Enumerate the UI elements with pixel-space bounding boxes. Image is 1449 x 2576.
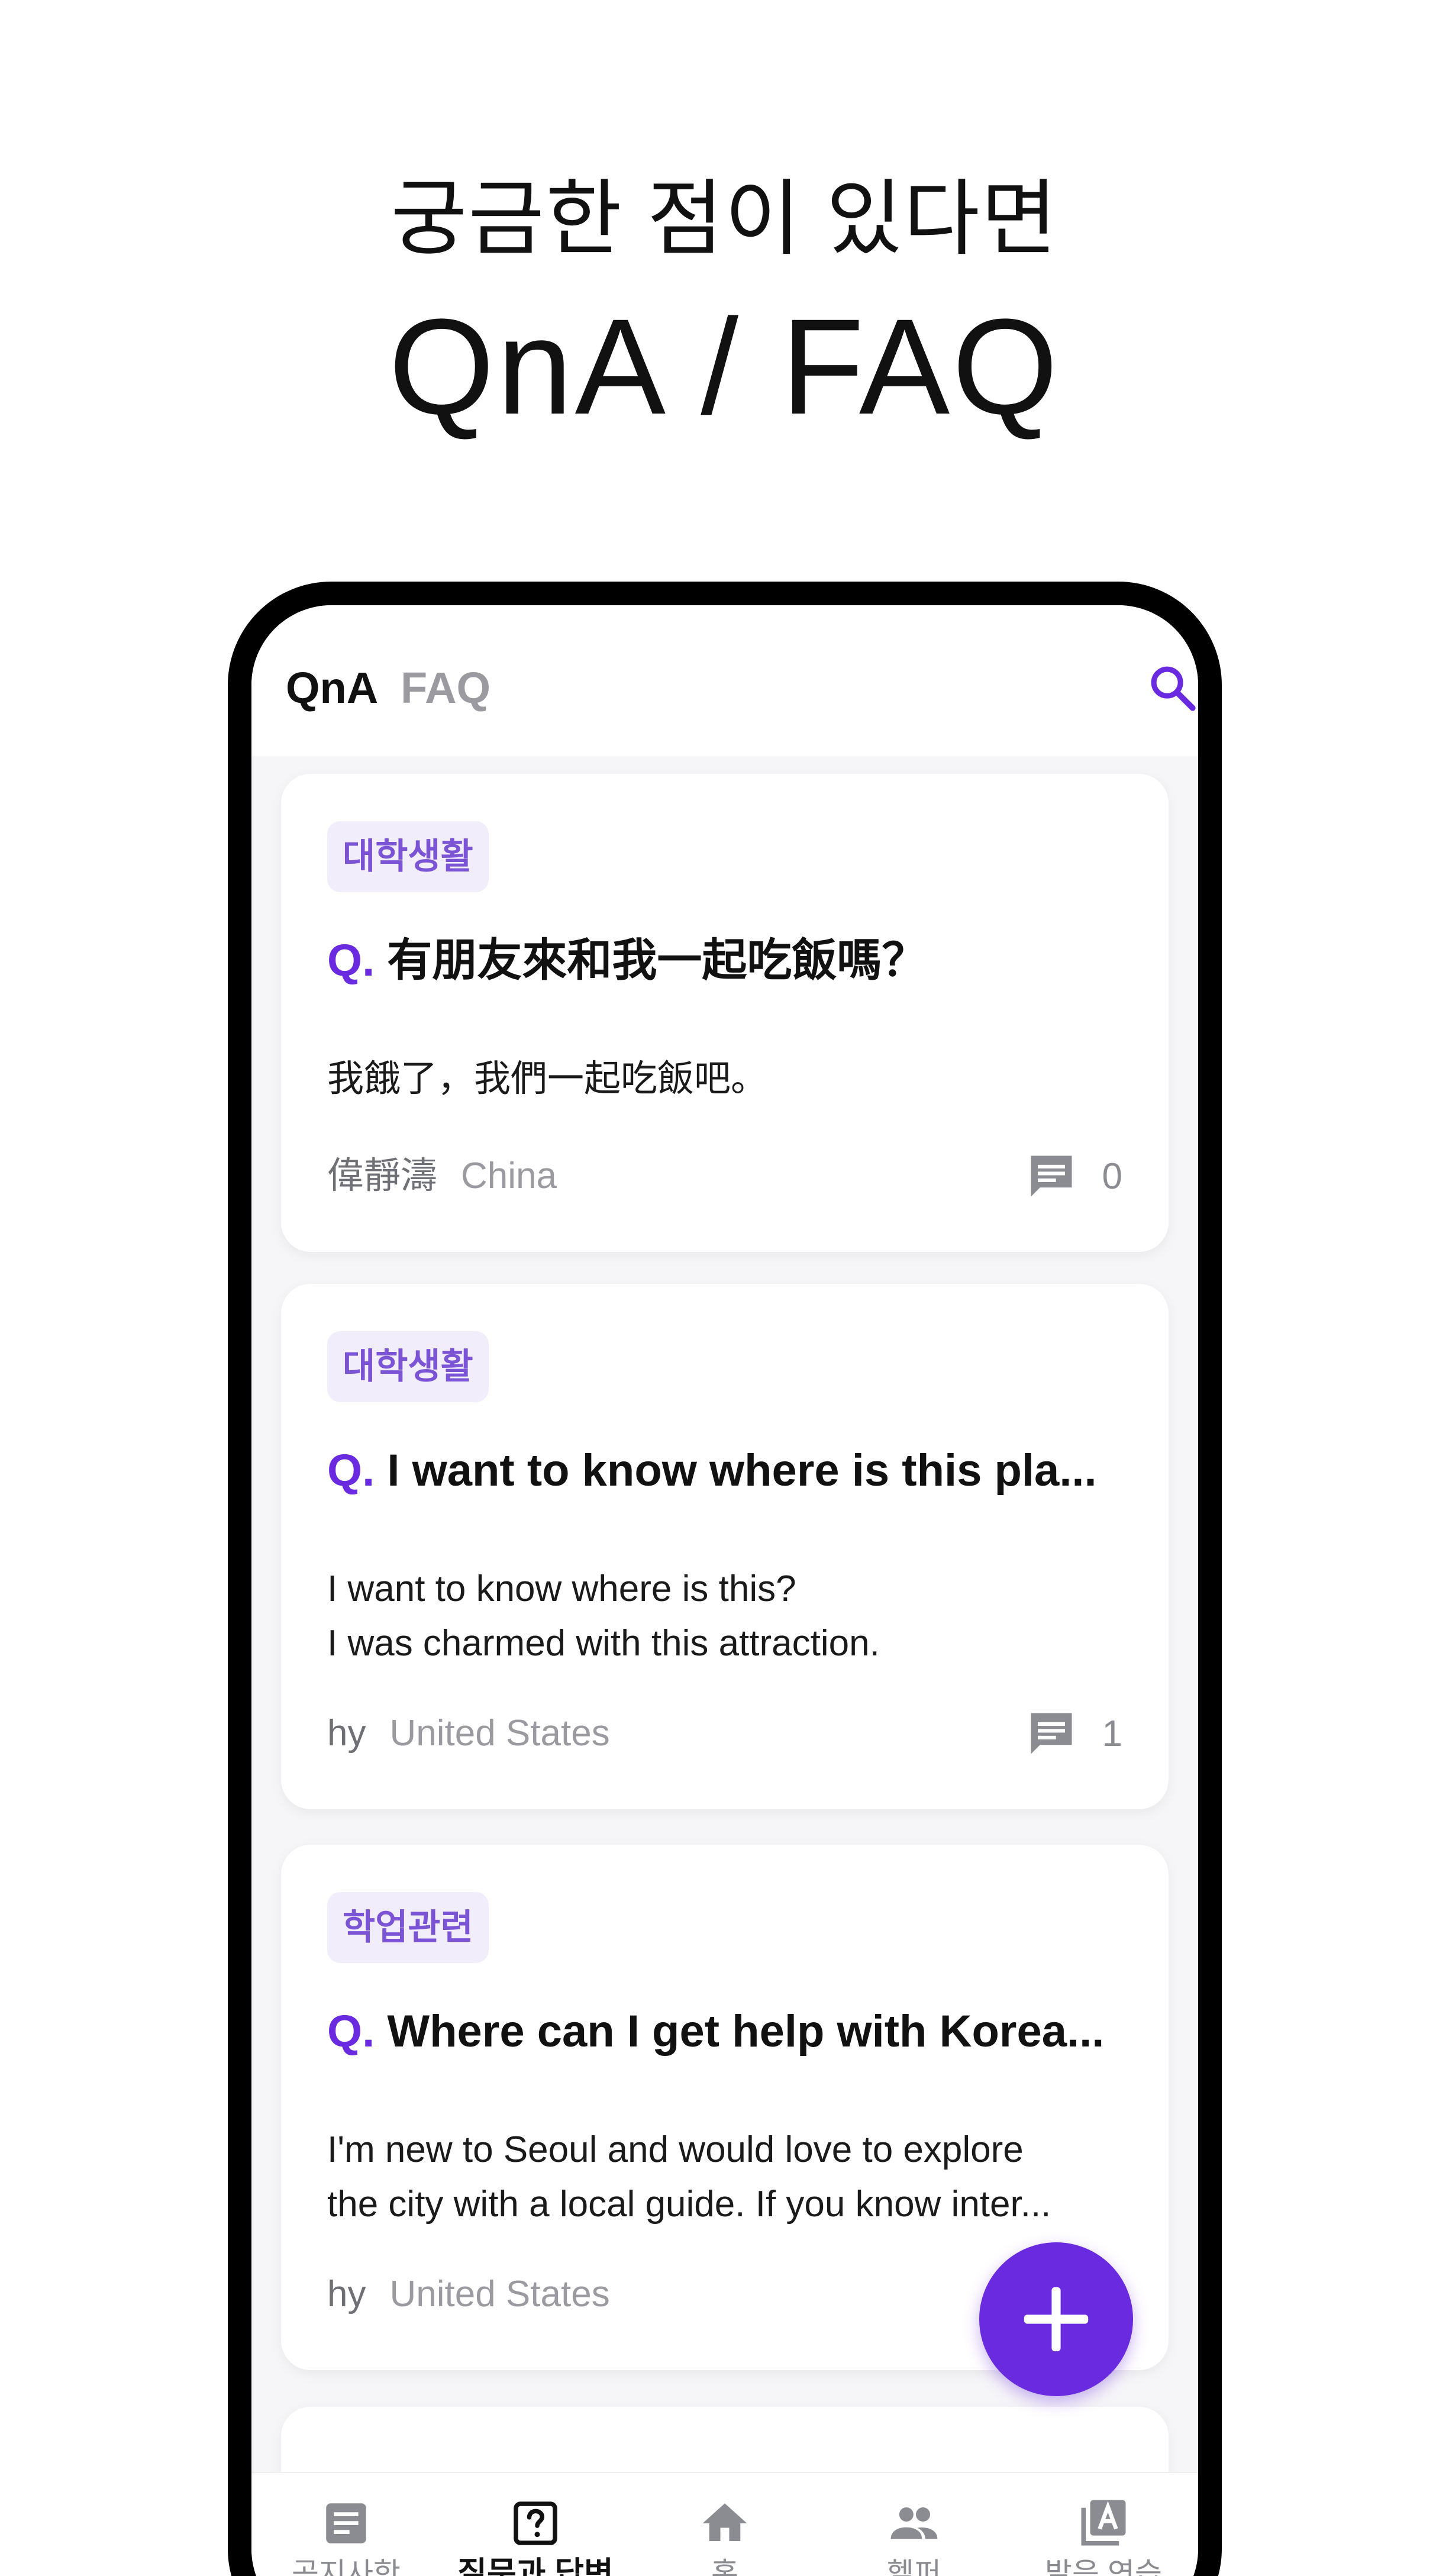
people-icon [890, 2507, 938, 2539]
tab-qna[interactable]: QnA [286, 661, 378, 715]
author-name: hy [327, 1713, 366, 1754]
promo-title: QnA / FAQ [388, 290, 1061, 443]
question-body-line: 我餓了，我們一起吃飯吧。 [327, 1058, 768, 1099]
author-country: United States [389, 1713, 610, 1754]
nav-item-qna[interactable]: 질문과 답변 [441, 2473, 630, 2576]
notice-icon [326, 2503, 366, 2543]
comment-count: 0 [1024, 1147, 1122, 1206]
nav-label: 공지사항 [292, 2557, 401, 2576]
nav-label: 헬퍼 [887, 2557, 941, 2576]
bottom-navigation: 공지사항 질문과 답변 홈 헬퍼 발음 연습 [251, 2472, 1198, 2576]
category-badge: 대학생활 [327, 821, 489, 892]
post-meta: hy United States [327, 2271, 610, 2318]
nav-item-pronunciation[interactable]: 발음 연습 [1009, 2473, 1198, 2576]
search-icon[interactable] [1146, 661, 1198, 715]
question-card[interactable]: 대학생활 Q. 有朋友來和我一起吃飯嗎？ 我餓了，我們一起吃飯吧。 偉靜濤 Chi… [281, 774, 1169, 1252]
question-body: 我餓了，我們一起吃飯吧。 [327, 1052, 1126, 1106]
nav-item-helper[interactable]: 헬퍼 [819, 2473, 1009, 2576]
plus-icon [1024, 2287, 1089, 2352]
q-mark: Q. [327, 2006, 375, 2057]
comment-count-value: 0 [1102, 1155, 1122, 1197]
nav-item-notice[interactable]: 공지사항 [251, 2473, 441, 2576]
question-card[interactable]: 대학생활 Q. I want to know where is this pla… [281, 1284, 1169, 1809]
author-name: 偉靜濤 [327, 1155, 438, 1196]
add-question-button[interactable] [979, 2242, 1133, 2396]
home-icon [702, 2503, 747, 2541]
comment-count-value: 1 [1102, 1713, 1122, 1754]
question-title: Q. 有朋友來和我一起吃飯嗎？ [327, 932, 1138, 989]
nav-label: 홈 [711, 2557, 738, 2576]
question-body-line: I want to know where is this? [327, 1568, 796, 1609]
question-body: I'm new to Seoul and would love to explo… [327, 2123, 1126, 2232]
author-country: United States [389, 2274, 610, 2314]
tab-faq[interactable]: FAQ [401, 661, 490, 715]
question-box-icon [514, 2501, 557, 2545]
question-title-text: I want to know where is this pla... [387, 1445, 1097, 1496]
question-title: Q. Where can I get help with Korea... [327, 2003, 1138, 2060]
comment-count: 1 [1024, 1704, 1122, 1763]
category-badge: 대학생활 [327, 1331, 489, 1402]
comment-icon [1031, 1155, 1072, 1197]
author-country: China [461, 1155, 557, 1196]
author-name: hy [327, 2274, 366, 2314]
question-title-text: 有朋友來和我一起吃飯嗎？ [387, 935, 927, 986]
question-title: Q. I want to know where is this pla... [327, 1442, 1138, 1499]
question-body-line: I was charmed with this attraction. [327, 1623, 880, 1664]
nav-item-home[interactable]: 홈 [630, 2473, 819, 2576]
promo-subtitle: 궁금한 점이 있다면 [391, 172, 1058, 265]
comment-icon [1031, 1713, 1072, 1754]
question-body: I want to know where is this? I was char… [327, 1562, 1126, 1671]
question-title-text: Where can I get help with Korea... [387, 2006, 1105, 2057]
nav-label: 질문과 답변 [457, 2556, 614, 2576]
question-body-line: the city with a local guide. If you know… [327, 2184, 1051, 2225]
category-badge: 학업관련 [327, 1892, 489, 1963]
post-meta: 偉靜濤 China [327, 1153, 557, 1200]
q-mark: Q. [327, 935, 375, 986]
pronunciation-icon [1081, 2500, 1126, 2546]
post-meta: hy United States [327, 1710, 610, 1757]
nav-label: 발음 연습 [1045, 2557, 1162, 2576]
question-body-line: I'm new to Seoul and would love to explo… [327, 2129, 1024, 2170]
q-mark: Q. [327, 1445, 375, 1496]
app-bar: QnA FAQ [251, 605, 1198, 756]
